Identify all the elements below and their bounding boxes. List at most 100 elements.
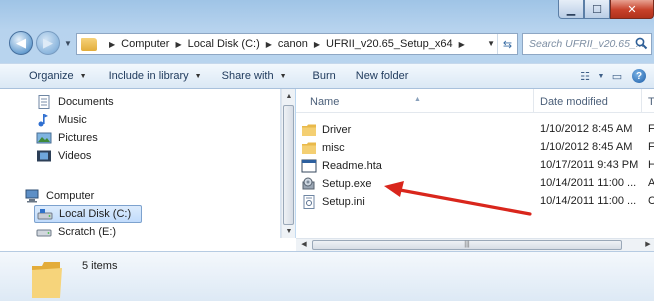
breadcrumb-setup-folder[interactable]: UFRII_v20.65_Setup_x64 bbox=[326, 38, 453, 50]
videos-icon bbox=[37, 150, 51, 162]
file-row-setup-exe[interactable]: Setup.exe 10/14/2011 11:00 ... A bbox=[296, 175, 654, 192]
burn-label: Burn bbox=[312, 70, 336, 82]
close-icon: ✕ bbox=[627, 3, 637, 16]
nav-item-label: Documents bbox=[58, 96, 114, 108]
help-icon: ? bbox=[632, 69, 646, 83]
file-list: ▲ Name Date modified T Driver 1/10/2012 … bbox=[296, 89, 654, 238]
breadcrumb-computer[interactable]: Computer bbox=[121, 38, 169, 50]
chevron-down-icon: ▼ bbox=[79, 72, 87, 80]
nav-pane-scrollbar[interactable]: ▲ ▼ bbox=[281, 89, 295, 238]
forward-button[interactable]: ▶ bbox=[36, 31, 60, 55]
change-view-button[interactable]: ☷ bbox=[574, 66, 596, 86]
file-date: 1/10/2012 8:45 AM bbox=[540, 123, 633, 135]
folder-icon bbox=[32, 262, 62, 298]
nav-item-label: Videos bbox=[58, 150, 92, 162]
address-bar[interactable]: ▶ Computer ▶ Local Disk (C:) ▶ canon ▶ U… bbox=[76, 33, 518, 55]
file-row-misc[interactable]: misc 1/10/2012 8:45 AM F bbox=[296, 139, 654, 156]
view-dropdown[interactable]: ▼ bbox=[596, 66, 606, 86]
column-header-type[interactable]: T bbox=[648, 96, 654, 108]
file-date: 10/17/2011 9:43 PM bbox=[540, 159, 639, 171]
burn-button[interactable]: Burn bbox=[306, 65, 343, 87]
address-history-dropdown[interactable]: ▼ bbox=[487, 39, 495, 48]
caption-buttons: ▁ ☐ ✕ bbox=[558, 0, 654, 20]
breadcrumb-canon[interactable]: canon bbox=[278, 38, 308, 50]
include-in-library-label: Include in library bbox=[108, 70, 189, 82]
recent-pages-dropdown[interactable]: ▼ bbox=[64, 39, 72, 48]
file-date: 10/14/2011 11:00 ... bbox=[540, 195, 637, 207]
sort-ascending-icon: ▲ bbox=[414, 96, 421, 103]
file-name: Setup.ini bbox=[322, 196, 365, 208]
pictures-icon bbox=[36, 132, 52, 144]
scrollbar-thumb[interactable]: ||| bbox=[312, 240, 622, 250]
scroll-up-icon[interactable]: ▲ bbox=[282, 89, 296, 103]
organize-label: Organize bbox=[29, 70, 74, 82]
share-with-menu[interactable]: Share with ▼ bbox=[215, 65, 294, 87]
file-list-hscrollbar[interactable]: ◀ ||| ▶ bbox=[296, 238, 654, 251]
hta-file-icon bbox=[301, 159, 317, 173]
scroll-down-icon[interactable]: ▼ bbox=[282, 224, 296, 238]
nav-pane-hscroll bbox=[0, 238, 296, 251]
nav-item-pictures[interactable]: Pictures bbox=[36, 129, 98, 147]
search-icon bbox=[635, 37, 648, 50]
close-button[interactable]: ✕ bbox=[610, 0, 654, 19]
minimize-button[interactable]: ▁ bbox=[558, 0, 584, 19]
nav-item-local-disk[interactable]: Local Disk (C:) bbox=[34, 205, 142, 223]
folder-icon bbox=[81, 37, 97, 51]
navigation-pane: Documents Music Pictures Videos Computer… bbox=[0, 89, 281, 238]
ini-file-icon bbox=[303, 195, 315, 209]
new-folder-button[interactable]: New folder bbox=[349, 65, 416, 87]
nav-item-music[interactable]: Music bbox=[36, 111, 87, 129]
nav-item-videos[interactable]: Videos bbox=[36, 147, 91, 165]
file-type: F bbox=[648, 141, 654, 153]
preview-pane-button[interactable]: ▭ bbox=[606, 66, 628, 86]
computer-icon bbox=[25, 189, 39, 203]
scrollbar-thumb[interactable] bbox=[283, 105, 294, 225]
breadcrumb-local-disk[interactable]: Local Disk (C:) bbox=[188, 38, 260, 50]
file-name: Setup.exe bbox=[322, 178, 372, 190]
include-in-library-menu[interactable]: Include in library ▼ bbox=[102, 65, 209, 87]
nav-item-label: Music bbox=[58, 114, 87, 126]
search-placeholder: Search UFRII_v20.65_... bbox=[529, 38, 645, 50]
back-arrow-icon: ◀ bbox=[16, 35, 26, 50]
file-row-setup-ini[interactable]: Setup.ini 10/14/2011 11:00 ... C bbox=[296, 193, 654, 210]
folder-icon bbox=[302, 142, 316, 154]
maximize-icon: ☐ bbox=[592, 3, 602, 16]
search-input[interactable]: Search UFRII_v20.65_... bbox=[522, 33, 652, 55]
column-header-date-modified[interactable]: Date modified bbox=[540, 96, 608, 108]
view-list-icon: ☷ bbox=[580, 70, 590, 83]
nav-item-documents[interactable]: Documents bbox=[36, 93, 114, 111]
minimize-icon: ▁ bbox=[566, 3, 576, 16]
file-row-driver[interactable]: Driver 1/10/2012 8:45 AM F bbox=[296, 121, 654, 138]
organize-menu[interactable]: Organize ▼ bbox=[22, 65, 94, 87]
preview-pane-icon: ▭ bbox=[611, 70, 623, 83]
chevron-down-icon: ▼ bbox=[279, 72, 287, 80]
column-headers: ▲ Name Date modified T bbox=[296, 89, 654, 113]
file-name: Readme.hta bbox=[322, 160, 382, 172]
drive-icon bbox=[37, 209, 53, 220]
nav-item-label: Computer bbox=[46, 190, 95, 202]
documents-icon bbox=[38, 95, 50, 109]
chevron-down-icon: ▼ bbox=[597, 72, 605, 80]
file-type: C bbox=[648, 195, 654, 207]
file-type: H bbox=[648, 159, 654, 171]
new-folder-label: New folder bbox=[355, 70, 409, 82]
nav-item-scratch[interactable]: Scratch (E:) bbox=[36, 223, 116, 238]
forward-arrow-icon: ▶ bbox=[43, 35, 53, 50]
column-header-name[interactable]: Name bbox=[310, 96, 339, 108]
back-button[interactable]: ◀ bbox=[9, 31, 33, 55]
maximize-button[interactable]: ☐ bbox=[584, 0, 610, 19]
chevron-down-icon: ▼ bbox=[194, 72, 202, 80]
nav-item-label: Pictures bbox=[58, 132, 98, 144]
file-date: 1/10/2012 8:45 AM bbox=[540, 141, 633, 153]
nav-item-computer[interactable]: Computer bbox=[24, 187, 94, 205]
setup-exe-icon bbox=[302, 177, 315, 190]
refresh-button[interactable]: ⇆ bbox=[497, 34, 517, 54]
file-row-readme[interactable]: Readme.hta 10/17/2011 9:43 PM H bbox=[296, 157, 654, 174]
scroll-left-icon[interactable]: ◀ bbox=[298, 239, 310, 251]
scroll-right-icon[interactable]: ▶ bbox=[642, 239, 654, 251]
help-button[interactable]: ? bbox=[628, 66, 650, 86]
command-bar: Organize ▼ Include in library ▼ Share with… bbox=[0, 63, 654, 89]
refresh-icon: ⇆ bbox=[502, 38, 513, 51]
file-type: F bbox=[648, 123, 654, 135]
nav-item-label: Local Disk (C:) bbox=[59, 208, 132, 220]
